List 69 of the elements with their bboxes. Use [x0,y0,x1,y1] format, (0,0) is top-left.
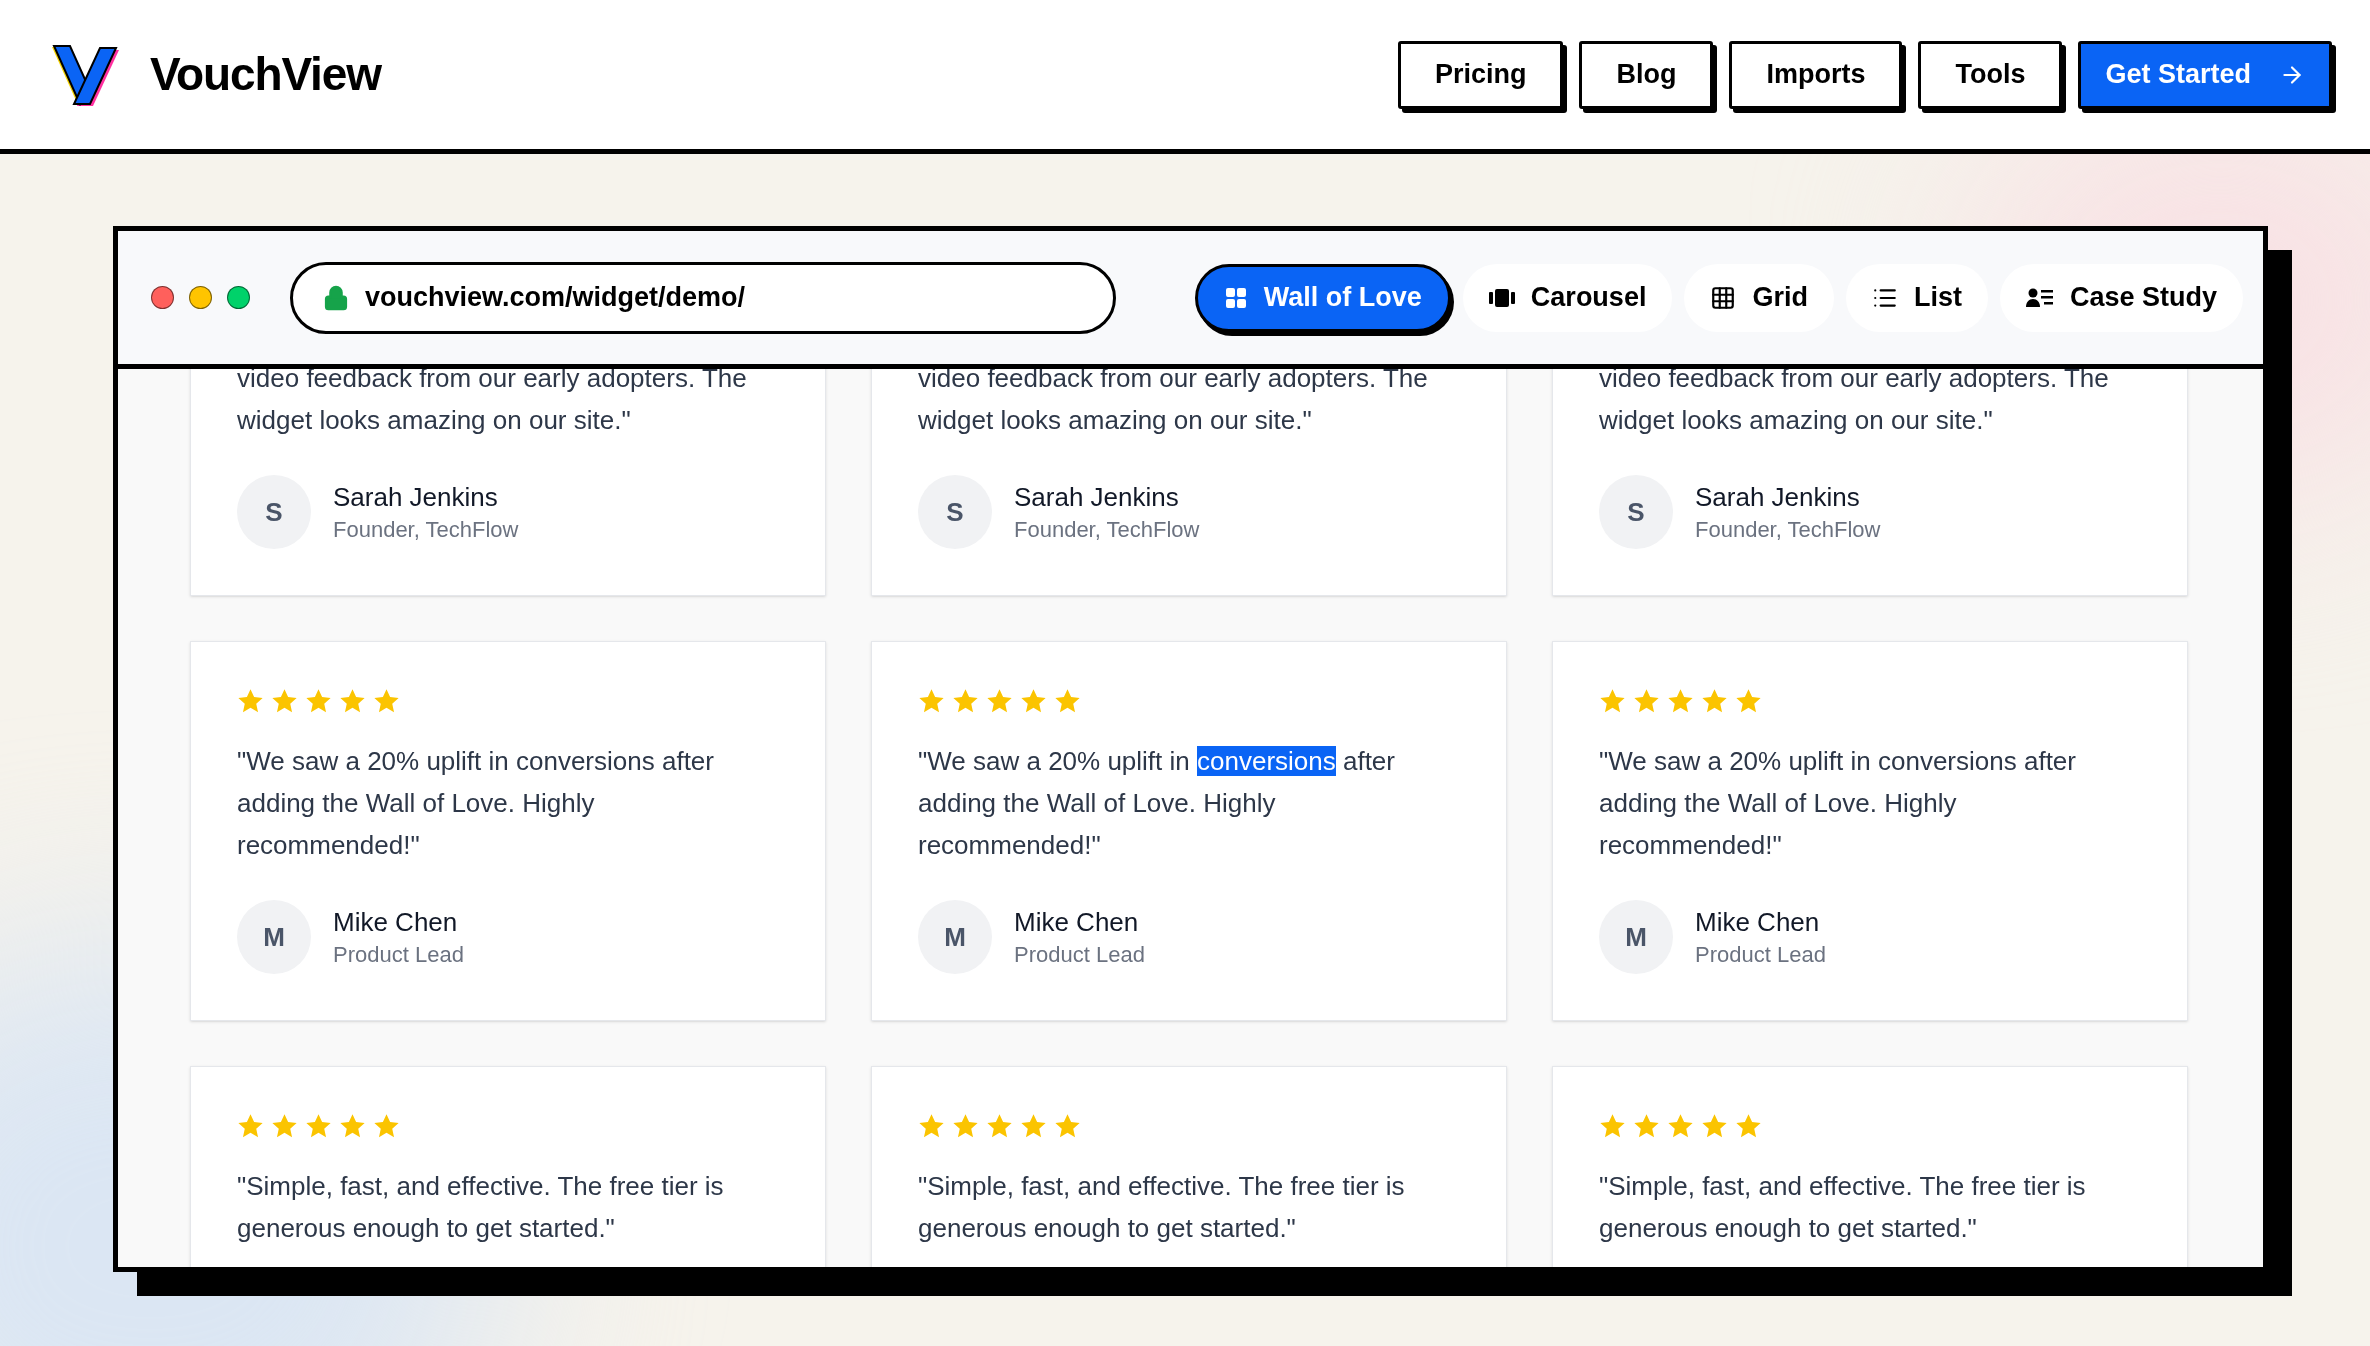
testimonial-quote: "We saw a 20% uplift in conversions after adding the Wall of Love. Highly recommended!" [1599,745,2077,862]
star-icon [1735,1113,1762,1139]
brand-name: VouchView [150,47,381,102]
star-icon [339,688,366,714]
star-icon [986,1113,1013,1139]
testimonial-quote: "Simple, fast, and effective. The free tier is generous enough to get started." [237,1170,725,1245]
star-icon [1054,1113,1081,1139]
author-name: Mike Chen [1695,906,1821,939]
star-icon [1735,688,1762,714]
author-name: Mike Chen [1014,906,1140,939]
avatar: M [237,900,311,974]
author-role: Product Lead [1695,941,1826,969]
avatar: S [918,475,992,549]
star-icon [952,1113,979,1139]
view-tab[interactable]: Case Study [1999,263,2243,332]
star-icon [918,688,945,714]
author-role: Founder, TechFlow [1014,516,1200,544]
author-name: Sarah Jenkins [1695,481,1861,514]
author-role: Product Lead [1014,941,1145,969]
author-role: Product Lead [333,941,464,969]
star-icon [373,1113,400,1139]
testimonial-quote: video feedback from our early adopters. The widget looks amazing on our site." [237,369,748,437]
view-tab[interactable]: Carousel [1462,263,1673,332]
lock-icon [323,284,349,311]
star-icon [1701,1113,1728,1139]
testimonial-quote: video feedback from our early adopters. The widget looks amazing on our site." [918,369,1429,437]
testimonial-quote: "Simple, fast, and effective. The free tier is generous enough to get started." [918,1170,1406,1245]
avatar: M [918,900,992,974]
author-name: Sarah Jenkins [1014,481,1180,514]
carousel-icon [1488,286,1515,309]
star-icon [305,1113,332,1139]
view-tab[interactable]: Grid [1684,263,1834,332]
star-icon [271,688,298,714]
url-text: vouchview.com/widget/demo/ [365,281,746,315]
star-icon [1667,688,1694,714]
star-icon [1599,1113,1626,1139]
star-icon [1633,688,1660,714]
address-bar[interactable]: vouchview.com/widget/demo/ [290,261,1116,334]
star-icon [271,1113,298,1139]
star-icon [237,688,264,714]
table-icon [1710,284,1737,311]
avatar: S [1599,475,1673,549]
star-icon [1667,1113,1694,1139]
star-icon [918,1113,945,1139]
testimonial-quote: "We saw a 20% uplift in conversions after adding the Wall of Love. Highly recommended!" [237,745,715,862]
testimonial-quote: video feedback from our early adopters. The widget looks amazing on our site." [1599,369,2110,437]
avatar: S [237,475,311,549]
author-role: Founder, TechFlow [333,516,519,544]
star-icon [373,688,400,714]
star-icon [1020,688,1047,714]
author-role: Founder, TechFlow [1695,516,1881,544]
author-name: Mike Chen [333,906,459,939]
star-icon [1599,688,1626,714]
star-icon [305,688,332,714]
star-icon [339,1113,366,1139]
person-lines-icon [2025,286,2054,309]
star-icon [237,1113,264,1139]
author-name: Sarah Jenkins [333,481,499,514]
view-tab[interactable]: List [1845,263,1988,332]
testimonial-quote: "We saw a 20% uplift in conversions after adding the Wall of Love. Highly recommended!" [918,745,1396,862]
star-icon [1020,1113,1047,1139]
testimonial-quote: "Simple, fast, and effective. The free tier is generous enough to get started." [1599,1170,2087,1245]
star-icon [952,688,979,714]
grid-icon [1223,285,1248,310]
star-icon [1701,688,1728,714]
avatar: M [1599,900,1673,974]
star-icon [986,688,1013,714]
star-icon [1633,1113,1660,1139]
star-icon [1054,688,1081,714]
